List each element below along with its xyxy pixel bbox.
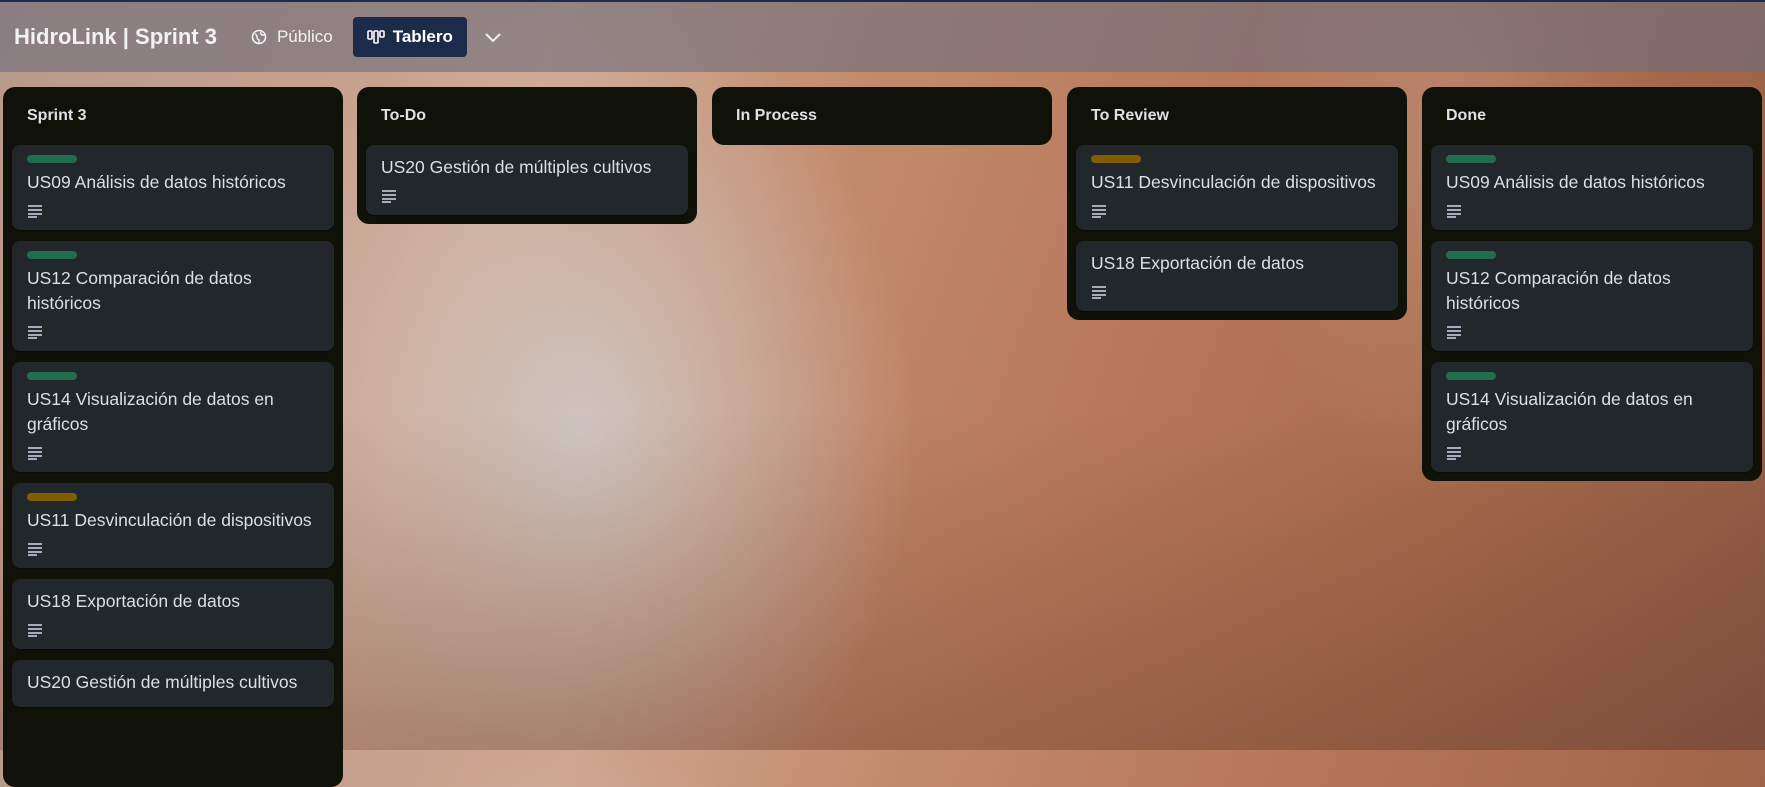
description-icon	[1447, 326, 1461, 339]
card-title: US11 Desvinculación de dispositivos	[1091, 172, 1376, 192]
card-label[interactable]	[27, 372, 77, 380]
board-view-button[interactable]: Tablero	[352, 17, 467, 57]
description-icon	[28, 624, 42, 637]
description-icon	[28, 543, 42, 556]
card-title: US12 Comparación de datos históricos	[1446, 268, 1671, 313]
card[interactable]: US14 Visualización de datos en gráficos	[12, 362, 334, 472]
description-icon	[28, 326, 42, 339]
card[interactable]: US11 Desvinculación de dispositivos	[12, 483, 334, 568]
card-title: US18 Exportación de datos	[1091, 253, 1305, 273]
card-label[interactable]	[1446, 251, 1496, 259]
card-label[interactable]	[27, 251, 77, 259]
card[interactable]: US18 Exportación de datos	[12, 579, 334, 649]
description-icon	[1447, 447, 1461, 460]
list-title[interactable]: To Review	[1076, 87, 1398, 145]
card-title: US12 Comparación de datos históricos	[27, 268, 252, 313]
card-label[interactable]	[27, 493, 77, 501]
list-to-do: To-Do US20 Gestión de múltiples cultivos	[357, 87, 697, 224]
card-label[interactable]	[1446, 155, 1496, 163]
card[interactable]: US11 Desvinculación de dispositivos	[1076, 145, 1398, 230]
card-title: US09 Análisis de datos históricos	[1446, 172, 1705, 192]
card[interactable]: US20 Gestión de múltiples cultivos	[366, 145, 688, 215]
board-title[interactable]: HidroLink | Sprint 3	[14, 24, 217, 50]
card[interactable]: US14 Visualización de datos en gráficos	[1431, 362, 1753, 472]
list-in-process: In Process	[712, 87, 1052, 145]
card-title: US11 Desvinculación de dispositivos	[27, 510, 312, 530]
card-label[interactable]	[27, 155, 77, 163]
card-title: US20 Gestión de múltiples cultivos	[381, 157, 652, 177]
board-view-label: Tablero	[392, 27, 453, 46]
description-icon	[28, 205, 42, 218]
description-icon	[1092, 286, 1106, 299]
card-label[interactable]	[1446, 372, 1496, 380]
chevron-down-icon[interactable]	[483, 27, 503, 47]
visibility-label: Público	[276, 27, 333, 46]
card-title: US14 Visualización de datos en gráficos	[1446, 389, 1693, 434]
card[interactable]: US20 Gestión de múltiples cultivos	[12, 660, 334, 707]
card-title: US20 Gestión de múltiples cultivos	[27, 672, 298, 692]
list-sprint-3: Sprint 3 US09 Análisis de datos históric…	[3, 87, 343, 787]
list-title[interactable]: In Process	[721, 87, 1043, 145]
list-title[interactable]: To-Do	[366, 87, 688, 145]
card[interactable]: US12 Comparación de datos históricos	[12, 241, 334, 351]
list-to-review: To Review US11 Desvinculación de disposi…	[1067, 87, 1407, 320]
card-title: US18 Exportación de datos	[27, 591, 241, 611]
board-view-icon	[366, 30, 385, 44]
visibility-button[interactable]: Público	[251, 27, 333, 47]
card-title: US09 Análisis de datos históricos	[27, 172, 286, 192]
description-icon	[28, 447, 42, 460]
card-label[interactable]	[1091, 155, 1141, 163]
card[interactable]: US18 Exportación de datos	[1076, 241, 1398, 311]
list-done: Done US09 Análisis de datos históricos U…	[1422, 87, 1762, 481]
globe-icon	[251, 29, 267, 45]
card-title: US14 Visualización de datos en gráficos	[27, 389, 274, 434]
description-icon	[1092, 205, 1106, 218]
list-title[interactable]: Done	[1431, 87, 1753, 145]
list-title[interactable]: Sprint 3	[12, 87, 334, 145]
description-icon	[1447, 205, 1461, 218]
card[interactable]: US09 Análisis de datos históricos	[1431, 145, 1753, 230]
description-icon	[382, 190, 396, 203]
card[interactable]: US12 Comparación de datos históricos	[1431, 241, 1753, 351]
card[interactable]: US09 Análisis de datos históricos	[12, 145, 334, 230]
board-header: HidroLink | Sprint 3 Público Tablero	[0, 0, 1765, 72]
